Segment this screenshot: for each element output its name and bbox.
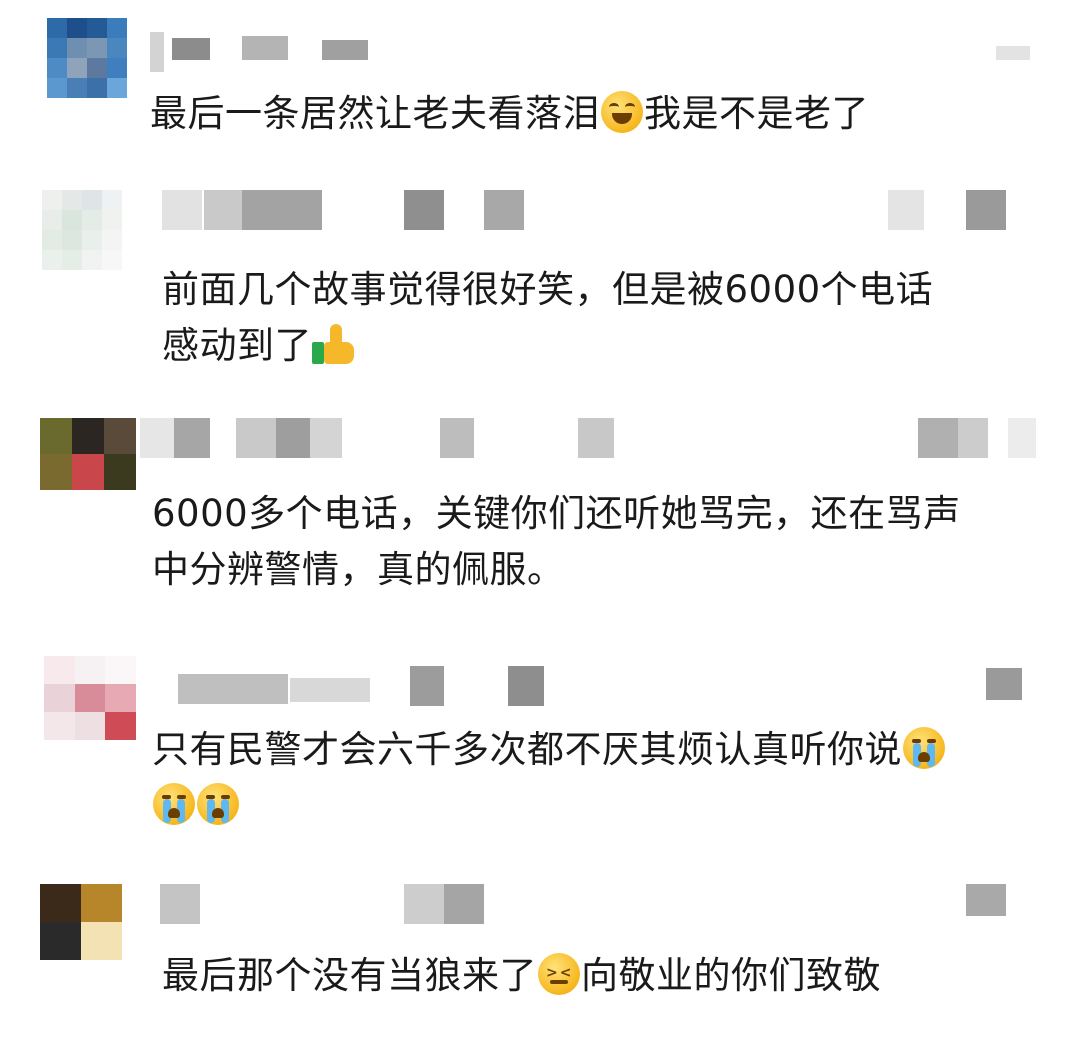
username-blurred[interactable] xyxy=(162,190,542,230)
comment-text: 只有民警才会六千多次都不厌其烦认真听你说 xyxy=(152,722,1032,834)
timestamp-blurred xyxy=(966,884,1010,924)
avatar[interactable] xyxy=(40,418,136,490)
thumbs-up-icon xyxy=(312,324,356,364)
username-blurred[interactable] xyxy=(140,418,630,458)
loudly-crying-emoji-icon xyxy=(197,783,239,825)
loudly-crying-emoji-icon xyxy=(153,783,195,825)
comment-text: 前面几个故事觉得很好笑，但是被6000个电话 感动到了 xyxy=(162,268,934,367)
laughing-crying-emoji-icon xyxy=(601,91,643,133)
avatar[interactable] xyxy=(40,884,122,960)
avatar[interactable] xyxy=(47,18,127,98)
comment-text: 最后那个没有当狼来了 > < 向敬业的你们致敬 xyxy=(162,953,881,997)
timestamp-blurred xyxy=(986,668,1026,708)
username-blurred[interactable] xyxy=(178,666,558,706)
avatar[interactable] xyxy=(44,656,136,740)
comment-text: 最后一条居然让老夫看落泪 我是不是老了 xyxy=(150,91,869,135)
persevering-face-emoji-icon: > < xyxy=(538,953,580,995)
username-blurred[interactable] xyxy=(160,884,490,924)
comment-text: 6000多个电话，关键你们还听她骂完，还在骂声 中分辨警情，真的佩服。 xyxy=(152,492,961,591)
timestamp-blurred xyxy=(918,418,1038,458)
loudly-crying-emoji-icon xyxy=(903,727,945,769)
timestamp-blurred xyxy=(996,46,1030,86)
timestamp-blurred xyxy=(888,190,1008,230)
avatar[interactable] xyxy=(42,190,122,270)
username-blurred[interactable] xyxy=(150,32,400,72)
